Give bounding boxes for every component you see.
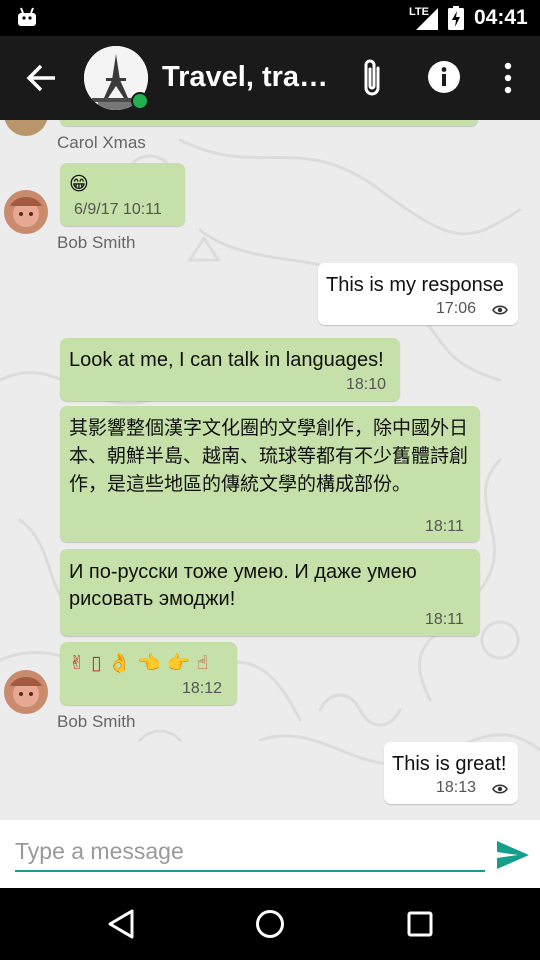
message-text: И по-русски тоже умею. И даже умею рисов…: [69, 561, 417, 610]
message-time: 18:11: [425, 611, 464, 628]
online-status-dot: [131, 92, 149, 110]
info-icon[interactable]: [427, 60, 461, 94]
message-time: 18:11: [425, 518, 464, 535]
nav-recents-icon[interactable]: [406, 910, 434, 938]
message-bubble-partial[interactable]: [60, 120, 478, 126]
seen-eye-icon: [492, 784, 508, 794]
sender-name: Carol Xmas: [57, 133, 146, 152]
message-bubble-outgoing[interactable]: This is great! 18:13: [384, 742, 518, 804]
nav-home-icon[interactable]: [255, 909, 285, 939]
avatar-bob[interactable]: [4, 670, 48, 714]
composer: [0, 820, 540, 888]
avatar-bob[interactable]: [4, 190, 48, 234]
app-bar: Travel, trav…: [0, 36, 540, 120]
message-time: 17:06: [436, 300, 477, 317]
seen-eye-icon: [492, 305, 508, 315]
nav-back-icon[interactable]: [106, 908, 136, 940]
system-navigation-bar: [0, 888, 540, 960]
message-bubble-outgoing[interactable]: This is my response 17:06: [318, 263, 518, 325]
message-time: 18:10: [346, 376, 387, 393]
message-bubble-incoming[interactable]: Look at me, I can talk in languages! 18:…: [60, 338, 400, 401]
message-text: ✌ ▯ 👌 👈 👉 ☝: [69, 652, 209, 674]
sender-name: Bob Smith: [57, 233, 136, 252]
attach-paperclip-icon[interactable]: [356, 56, 388, 100]
back-arrow-icon[interactable]: [22, 60, 60, 96]
message-text: 😁: [69, 174, 89, 195]
message-text: 其影響整個漢字文化圈的文學創作，除中國外日本、朝鮮半島、越南、琉球等都有不少舊體…: [69, 417, 469, 495]
avatar-photo: [4, 670, 48, 714]
android-notification-icon: [18, 7, 36, 26]
send-icon[interactable]: [496, 840, 530, 870]
battery-charging-icon: [448, 6, 464, 30]
chat-title[interactable]: Travel, trav…: [162, 61, 332, 94]
message-bubble-incoming[interactable]: ✌ ▯ 👌 👈 👉 ☝ 18:12: [60, 642, 237, 705]
message-time: 18:13: [436, 779, 477, 796]
avatar-photo: [4, 190, 48, 234]
network-type: LTE: [409, 6, 429, 18]
message-text: Look at me, I can talk in languages!: [69, 349, 384, 371]
status-time: 04:41: [474, 6, 528, 29]
message-bubble-incoming[interactable]: 😁 6/9/17 10:11: [60, 163, 185, 226]
message-list[interactable]: Carol Xmas 😁 6/9/17 10:11 Bob Smith This…: [0, 120, 540, 820]
message-time: 18:12: [182, 680, 223, 697]
more-options-icon[interactable]: [498, 60, 518, 96]
message-bubble-incoming[interactable]: И по-русски тоже умею. И даже умею рисов…: [60, 549, 480, 636]
sender-name: Bob Smith: [57, 712, 136, 731]
message-text: This is great!: [392, 753, 507, 775]
message-input[interactable]: [15, 836, 485, 872]
message-time: 6/9/17 10:11: [74, 201, 162, 218]
message-bubble-incoming[interactable]: 其影響整個漢字文化圈的文學創作，除中國外日本、朝鮮半島、越南、琉球等都有不少舊體…: [60, 406, 480, 542]
status-bar: LTE 04:41: [0, 0, 540, 36]
message-text: This is my response: [326, 274, 504, 296]
